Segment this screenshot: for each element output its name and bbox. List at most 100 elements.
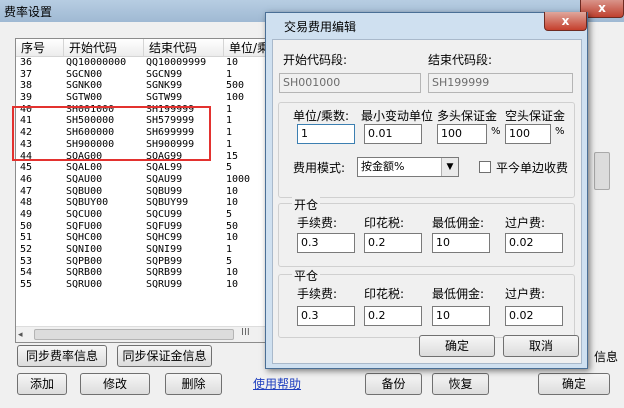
close-today-label: 平今单边收费 bbox=[496, 161, 569, 175]
table-row[interactable]: 49 SQCU00 SQCU99 5 bbox=[16, 208, 269, 221]
dialog-close-button[interactable]: x bbox=[544, 12, 587, 31]
close-min-commission-label: 最低佣金: bbox=[432, 287, 485, 301]
close-today-checkbox[interactable] bbox=[479, 161, 491, 173]
row-end-code: SQRU99 bbox=[146, 279, 183, 291]
main-ok-button[interactable]: 确定 bbox=[538, 373, 610, 395]
row-index: 39 bbox=[20, 92, 33, 104]
short-margin-input[interactable]: 100 bbox=[505, 124, 551, 144]
table-row[interactable]: 36 QQ10000000 QQ10009999 10 bbox=[16, 57, 269, 69]
table-row[interactable]: 46 SQAU00 SQAU99 1000 bbox=[16, 173, 269, 186]
row-unit: 5 bbox=[226, 255, 233, 267]
row-start-code: SQRB00 bbox=[66, 267, 103, 279]
fee-rate-list[interactable]: 序号 开始代码 结束代码 单位/乘 36 QQ10000000 QQ10009999… bbox=[15, 38, 270, 343]
unit-label: 单位/乘数: bbox=[293, 109, 350, 123]
dialog-body: 开始代码段: 结束代码段: SH001000 SH199999 单位/乘数: 最… bbox=[272, 39, 582, 364]
add-button[interactable]: 添加 bbox=[17, 373, 67, 395]
sync-fee-info-button[interactable]: 同步费率信息 bbox=[17, 345, 107, 367]
table-row[interactable]: 52 SQNI00 SQNI99 1 bbox=[16, 244, 269, 256]
table-row[interactable]: 55 SQRU00 SQRU99 10 bbox=[16, 279, 269, 291]
restore-button[interactable]: 恢复 bbox=[432, 373, 489, 395]
table-row[interactable]: 51 SQHC00 SQHC99 10 bbox=[16, 232, 269, 244]
open-commission-input[interactable]: 0.3 bbox=[297, 233, 355, 253]
open-stamp-tax-input[interactable]: 0.2 bbox=[364, 233, 422, 253]
fee-mode-label: 费用模式: bbox=[293, 161, 346, 175]
scroll-left-arrow-icon[interactable]: ◂ bbox=[18, 330, 23, 340]
row-unit: 10 bbox=[226, 267, 239, 279]
row-index: 51 bbox=[20, 232, 33, 244]
min-tick-label: 最小变动单位 bbox=[361, 109, 434, 123]
close-commission-input[interactable]: 0.3 bbox=[297, 306, 355, 326]
table-row[interactable]: 38 SGNK00 SGNK99 500 bbox=[16, 80, 269, 92]
row-unit: 1 bbox=[226, 103, 233, 115]
min-tick-input[interactable]: 0.01 bbox=[364, 124, 422, 144]
row-unit: 5 bbox=[226, 162, 233, 174]
col-header-unit[interactable]: 单位/乘 bbox=[224, 39, 269, 57]
close-min-commission-input[interactable]: 10 bbox=[432, 306, 490, 326]
table-row[interactable]: 45 SQAL00 SQAL99 5 bbox=[16, 162, 269, 174]
row-end-code: SQRB99 bbox=[146, 267, 183, 279]
dialog-cancel-button[interactable]: 取消 bbox=[503, 335, 579, 357]
row-end-code: SQHC99 bbox=[146, 232, 183, 244]
list-header: 序号 开始代码 结束代码 单位/乘 bbox=[16, 39, 269, 57]
row-unit: 5 bbox=[226, 208, 233, 220]
open-stamp-tax-label: 印花税: bbox=[364, 216, 405, 230]
row-index: 52 bbox=[20, 244, 33, 255]
fee-mode-select[interactable]: 按金额% ▼ bbox=[357, 157, 459, 177]
row-end-code: SGCN99 bbox=[146, 68, 183, 80]
start-code-label: 开始代码段: bbox=[283, 53, 348, 67]
edit-button[interactable]: 修改 bbox=[80, 373, 150, 395]
row-start-code: SQFU00 bbox=[66, 220, 103, 232]
row-unit: 10 bbox=[226, 279, 239, 291]
row-end-code: QQ10009999 bbox=[146, 57, 207, 68]
row-unit: 1000 bbox=[226, 173, 251, 185]
row-end-code: SQBUY99 bbox=[146, 197, 189, 209]
col-header-start-code[interactable]: 开始代码 bbox=[64, 39, 144, 57]
row-end-code: SQAU99 bbox=[146, 173, 183, 185]
unit-input[interactable]: 1 bbox=[297, 124, 355, 144]
row-index: 49 bbox=[20, 208, 33, 220]
row-start-code: SQBU00 bbox=[66, 185, 103, 197]
vertical-scrollbar-thumb[interactable] bbox=[594, 152, 610, 190]
backup-button[interactable]: 备份 bbox=[365, 373, 422, 395]
row-index: 47 bbox=[20, 185, 33, 197]
table-row[interactable]: 47 SQBU00 SQBU99 10 bbox=[16, 185, 269, 198]
chevron-down-icon[interactable]: ▼ bbox=[441, 158, 458, 176]
sync-margin-info-button[interactable]: 同步保证金信息 bbox=[117, 345, 212, 367]
list-horizontal-scrollbar[interactable]: ◂ III bbox=[16, 326, 269, 342]
close-transfer-fee-input[interactable]: 0.02 bbox=[505, 306, 563, 326]
row-unit: 1 bbox=[226, 138, 233, 150]
row-end-code: SGNK99 bbox=[146, 80, 183, 92]
row-start-code: SQBUY00 bbox=[66, 197, 109, 209]
close-stamp-tax-input[interactable]: 0.2 bbox=[364, 306, 422, 326]
table-row[interactable]: 39 SGTW00 SGTW99 100 bbox=[16, 92, 269, 104]
close-icon: x bbox=[598, 1, 606, 15]
highlight-annotation-box bbox=[12, 106, 211, 161]
row-end-code: SQNI99 bbox=[146, 244, 183, 255]
close-stamp-tax-label: 印花税: bbox=[364, 287, 405, 301]
row-end-code: SQFU99 bbox=[146, 220, 183, 232]
scrollbar-thumb[interactable] bbox=[34, 329, 234, 340]
row-index: 54 bbox=[20, 267, 33, 279]
open-min-commission-input[interactable]: 10 bbox=[432, 233, 490, 253]
row-unit: 1 bbox=[226, 68, 233, 80]
row-start-code: SGTW00 bbox=[66, 92, 103, 104]
open-transfer-fee-input[interactable]: 0.02 bbox=[505, 233, 563, 253]
dialog-title: 交易费用编辑 bbox=[284, 20, 357, 34]
col-header-end-code[interactable]: 结束代码 bbox=[144, 39, 224, 57]
table-row[interactable]: 53 SQPB00 SQPB99 5 bbox=[16, 255, 269, 268]
dialog-ok-button[interactable]: 确定 bbox=[419, 335, 495, 357]
table-row[interactable]: 48 SQBUY00 SQBUY99 10 bbox=[16, 197, 269, 209]
long-margin-input[interactable]: 100 bbox=[437, 124, 487, 144]
table-row[interactable]: 37 SGCN00 SGCN99 1 bbox=[16, 68, 269, 81]
help-link[interactable]: 使用帮助 bbox=[253, 375, 301, 392]
row-index: 55 bbox=[20, 279, 33, 291]
row-start-code: SQPB00 bbox=[66, 255, 103, 267]
delete-button[interactable]: 删除 bbox=[165, 373, 222, 395]
row-unit: 50 bbox=[226, 220, 239, 232]
col-header-index[interactable]: 序号 bbox=[16, 39, 64, 57]
table-row[interactable]: 54 SQRB00 SQRB99 10 bbox=[16, 267, 269, 279]
list-rows: 36 QQ10000000 QQ10009999 10 37 SGCN00 SGCN99 1 3… bbox=[16, 57, 269, 291]
table-row[interactable]: 50 SQFU00 SQFU99 50 bbox=[16, 220, 269, 233]
open-commission-label: 手续费: bbox=[297, 216, 338, 230]
row-start-code: SGNK00 bbox=[66, 80, 103, 92]
